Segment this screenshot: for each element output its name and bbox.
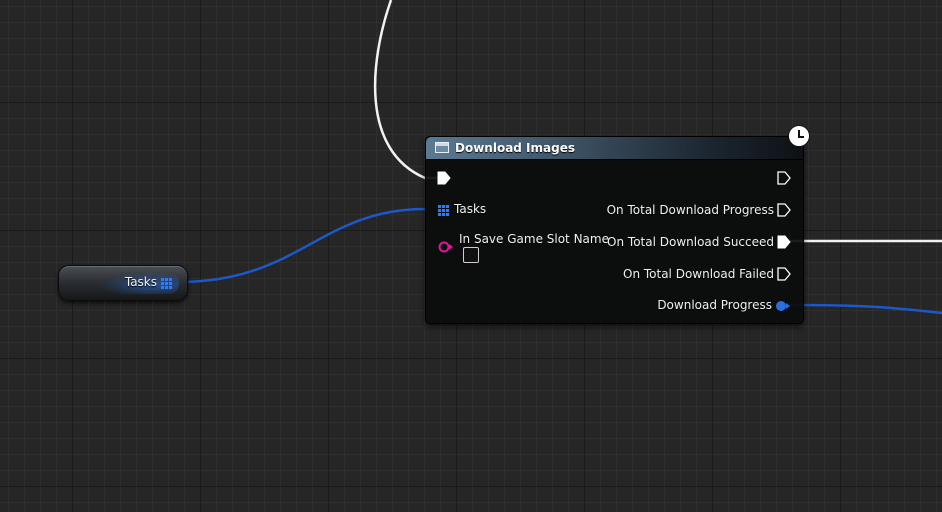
blueprint-graph-canvas[interactable]: Tasks Download Images Tasks In Save Game… [0,0,942,512]
slot-name-value-box[interactable] [463,247,479,263]
on-total-download-succeed-pin[interactable] [777,235,791,249]
function-node-icon [435,142,449,153]
exec-output-pin[interactable] [777,171,791,185]
on-total-download-failed-pin[interactable] [777,267,791,281]
slot-name-input-label: In Save Game Slot Name [459,232,609,246]
on-total-download-progress-label: On Total Download Progress [606,203,774,217]
tasks-input-label: Tasks [454,202,487,216]
on-total-download-succeed-label: On Total Download Succeed [607,235,774,249]
tasks-input-pin[interactable] [438,205,449,216]
download-progress-pin[interactable] [775,299,791,313]
node-title: Download Images [455,141,575,155]
clock-icon [788,125,810,147]
string-input-pin[interactable] [438,240,454,254]
tasks-variable-node[interactable]: Tasks [58,265,188,301]
on-total-download-progress-pin[interactable] [777,203,791,217]
array-icon[interactable] [161,278,172,289]
download-images-node[interactable]: Download Images Tasks In Save Game Slot … [425,125,810,324]
tasks-variable-label: Tasks [124,275,157,289]
exec-input-pin[interactable] [437,171,451,185]
node-header[interactable]: Download Images [426,137,803,160]
on-total-download-failed-label: On Total Download Failed [623,267,774,281]
tasks-wire[interactable] [177,207,426,284]
download-progress-label: Download Progress [657,298,772,312]
download-progress-wire[interactable] [789,303,942,315]
